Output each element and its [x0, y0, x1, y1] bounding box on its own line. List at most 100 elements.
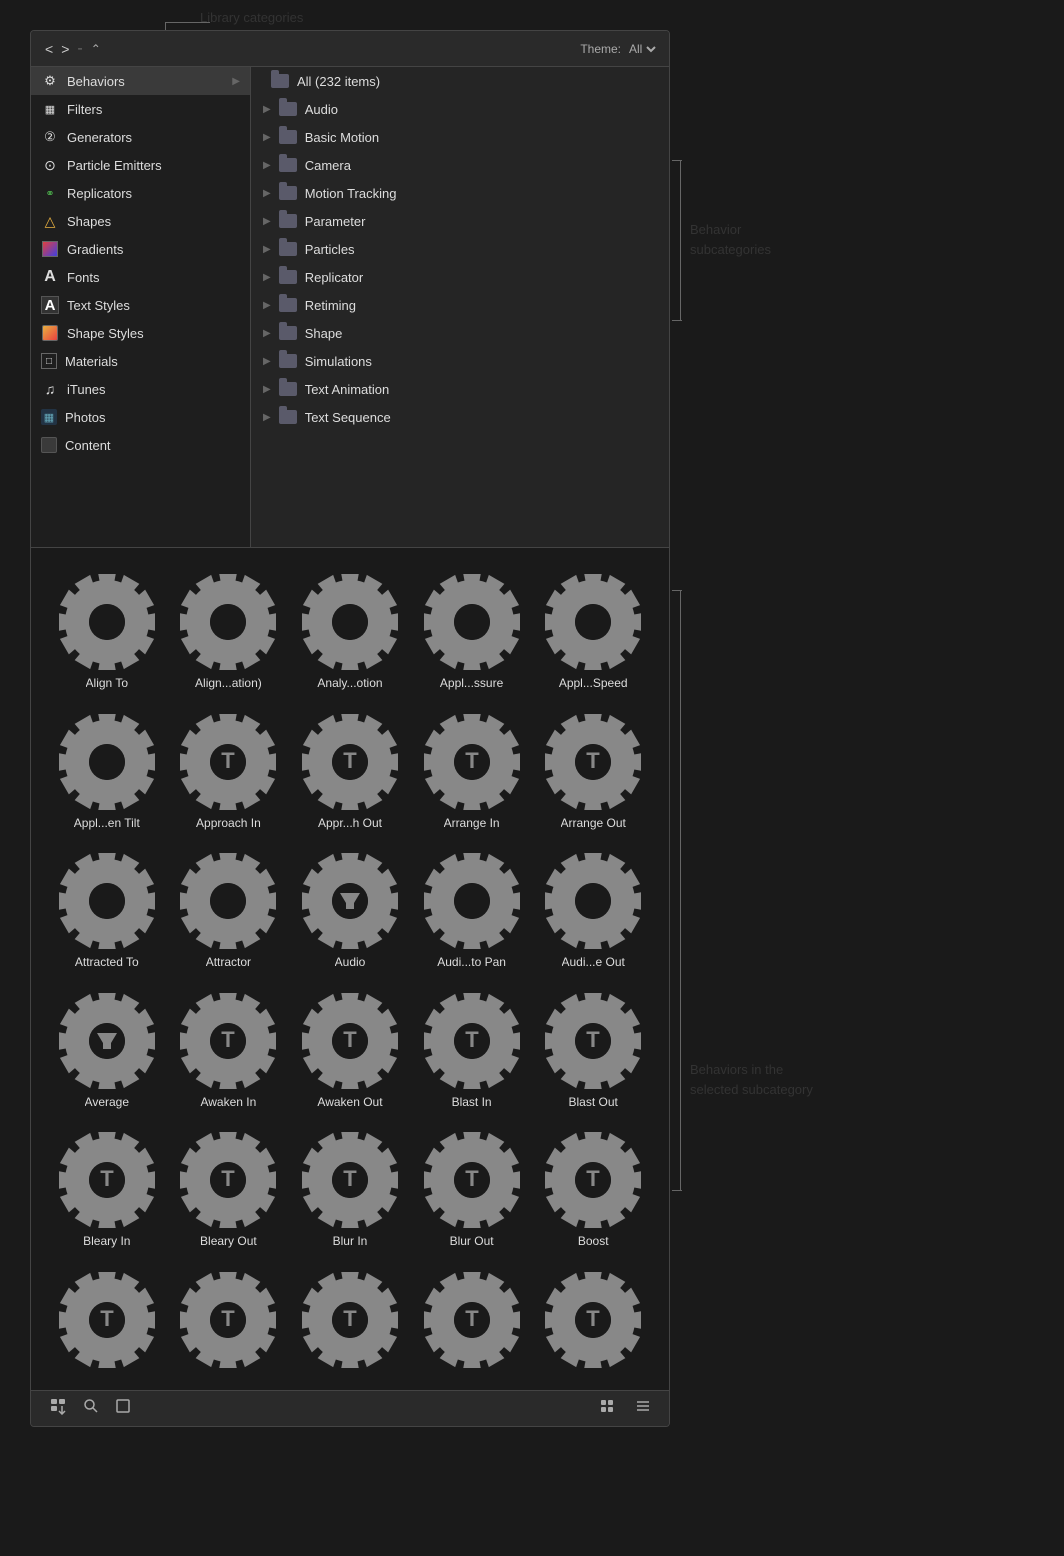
behavior-gear-awaken-in: T — [180, 993, 276, 1089]
behavior-item-audio-to-pan[interactable]: Audi...to Pan — [416, 847, 528, 977]
behavior-item-bottom-row-1[interactable]: T — [51, 1266, 163, 1380]
theme-dropdown[interactable]: All — [625, 41, 659, 57]
forward-button[interactable]: > — [57, 39, 73, 59]
behavior-label-apply-speed: Appl...Speed — [559, 676, 628, 692]
behavior-item-awaken-in[interactable]: T Awaken In — [173, 987, 285, 1117]
behavior-item-align-animation[interactable]: Align...ation) — [173, 568, 285, 698]
subcat-basic-motion[interactable]: ▶ Basic Motion — [251, 123, 669, 151]
sidebar-item-shape-styles[interactable]: Shape Styles — [31, 319, 250, 347]
subcat-text-sequence[interactable]: ▶ Text Sequence — [251, 403, 669, 431]
subcat-replicator-label: Replicator — [305, 270, 364, 285]
behavior-item-audio-out[interactable]: Audi...e Out — [537, 847, 649, 977]
behavior-item-arrange-in[interactable]: T Arrange In — [416, 708, 528, 838]
search-button[interactable] — [75, 1396, 107, 1421]
subcat-text-animation[interactable]: ▶ Text Animation — [251, 375, 669, 403]
sidebar-item-photos[interactable]: ▦ Photos — [31, 403, 250, 431]
behavior-item-analyze-motion[interactable]: Analy...otion — [294, 568, 406, 698]
behavior-label-analyze-motion: Analy...otion — [317, 676, 382, 692]
behavior-gear-approach-out: T — [302, 714, 398, 810]
behavior-item-awaken-out[interactable]: T Awaken Out — [294, 987, 406, 1117]
behavior-item-blur-in[interactable]: T Blur In — [294, 1126, 406, 1256]
sidebar-item-fonts[interactable]: A Fonts — [31, 263, 250, 291]
behaviors-section: Align To Align...ation) Analy...otion Ap… — [31, 547, 669, 1390]
behavior-item-bottom-row-4[interactable]: T — [416, 1266, 528, 1380]
sidebar-item-shapes[interactable]: △ Shapes — [31, 207, 250, 235]
annotation-behaviors: Behaviors in theselected subcategory — [690, 1060, 813, 1099]
sidebar-item-filters[interactable]: ▦ Filters — [31, 95, 250, 123]
behavior-item-blur-out[interactable]: T Blur Out — [416, 1126, 528, 1256]
content-icon — [41, 437, 57, 453]
subcat-all[interactable]: All (232 items) — [251, 67, 669, 95]
sidebar-item-content[interactable]: Content — [31, 431, 250, 459]
list-view-button[interactable] — [627, 1396, 659, 1421]
behavior-gear-blur-out: T — [424, 1132, 520, 1228]
subcat-particles[interactable]: ▶ Particles — [251, 235, 669, 263]
behavior-item-bottom-row-5[interactable]: T — [537, 1266, 649, 1380]
behavior-item-apply-pressure[interactable]: Appl...ssure — [416, 568, 528, 698]
sidebar-item-particle-emitters[interactable]: ⊙ Particle Emitters — [31, 151, 250, 179]
behavior-gear-average — [59, 993, 155, 1089]
behaviors-arrow: ▶ — [232, 76, 240, 87]
shape-styles-label: Shape Styles — [67, 326, 240, 341]
subcat-particles-label: Particles — [305, 242, 355, 257]
subcat-retiming[interactable]: ▶ Retiming — [251, 291, 669, 319]
subcat-simulations[interactable]: ▶ Simulations — [251, 347, 669, 375]
behavior-item-align-to[interactable]: Align To — [51, 568, 163, 698]
preview-button[interactable] — [107, 1396, 139, 1421]
behavior-item-blast-in[interactable]: T Blast In — [416, 987, 528, 1117]
behavior-item-arrange-out[interactable]: T Arrange Out — [537, 708, 649, 838]
behavior-item-attractor[interactable]: Attractor — [173, 847, 285, 977]
behavior-item-approach-out[interactable]: T Appr...h Out — [294, 708, 406, 838]
subcat-replicator[interactable]: ▶ Replicator — [251, 263, 669, 291]
subcat-camera[interactable]: ▶ Camera — [251, 151, 669, 179]
import-button[interactable] — [41, 1395, 75, 1422]
view-toggle — [591, 1396, 659, 1421]
sidebar-item-text-styles[interactable]: A Text Styles — [31, 291, 250, 319]
sidebar-item-replicators[interactable]: ⚭ Replicators — [31, 179, 250, 207]
sidebar-item-gradients[interactable]: Gradients — [31, 235, 250, 263]
annotation-line-h3a — [672, 590, 682, 591]
sort-arrows[interactable]: ⌃ — [91, 42, 101, 56]
behavior-item-bleary-in[interactable]: T Bleary In — [51, 1126, 163, 1256]
subcat-shape-folder-icon — [279, 326, 297, 340]
sidebar-item-behaviors[interactable]: ⚙ Behaviors ▶ — [31, 67, 250, 95]
sidebar-item-materials[interactable]: □ Materials — [31, 347, 250, 375]
behavior-label-blur-in: Blur In — [333, 1234, 368, 1250]
sidebar-item-itunes[interactable]: ♫ iTunes — [31, 375, 250, 403]
subcat-basic-motion-label: Basic Motion — [305, 130, 379, 145]
behavior-item-bleary-out[interactable]: T Bleary Out — [173, 1126, 285, 1256]
svg-text:T: T — [586, 748, 600, 773]
behavior-label-audio-to-pan: Audi...to Pan — [437, 955, 506, 971]
behavior-item-apply-en-tilt[interactable]: Appl...en Tilt — [51, 708, 163, 838]
subcat-parameter[interactable]: ▶ Parameter — [251, 207, 669, 235]
grid-view-button[interactable] — [591, 1396, 623, 1421]
materials-icon: □ — [41, 353, 57, 369]
subcat-motion-tracking[interactable]: ▶ Motion Tracking — [251, 179, 669, 207]
back-button[interactable]: < — [41, 39, 57, 59]
behavior-item-blast-out[interactable]: T Blast Out — [537, 987, 649, 1117]
gradients-label: Gradients — [67, 242, 240, 257]
subcat-shape[interactable]: ▶ Shape — [251, 319, 669, 347]
behavior-item-approach-in[interactable]: T Approach In — [173, 708, 285, 838]
sidebar-item-generators[interactable]: ② Generators — [31, 123, 250, 151]
behavior-label-attractor: Attractor — [206, 955, 251, 971]
subcat-parameter-folder-icon — [279, 214, 297, 228]
behavior-item-bottom-row-2[interactable]: T — [173, 1266, 285, 1380]
subcat-audio[interactable]: ▶ Audio — [251, 95, 669, 123]
behavior-item-attracted-to[interactable]: Attracted To — [51, 847, 163, 977]
behavior-label-bleary-out: Bleary Out — [200, 1234, 257, 1250]
behavior-item-boost[interactable]: T Boost — [537, 1126, 649, 1256]
behavior-item-average[interactable]: Average — [51, 987, 163, 1117]
generators-label: Generators — [67, 130, 240, 145]
behavior-gear-attractor — [180, 853, 276, 949]
behavior-item-apply-speed[interactable]: Appl...Speed — [537, 568, 649, 698]
materials-label: Materials — [65, 354, 240, 369]
behavior-item-bottom-row-3[interactable]: T — [294, 1266, 406, 1380]
replicators-icon: ⚭ — [41, 184, 59, 202]
subcat-shape-label: Shape — [305, 326, 343, 341]
behavior-gear-audio-to-pan — [424, 853, 520, 949]
theme-selector[interactable]: Theme: All — [580, 41, 659, 57]
behavior-item-audio[interactable]: Audio — [294, 847, 406, 977]
categories-panel: ⚙ Behaviors ▶ ▦ Filters ② Generators ⊙ P… — [31, 67, 669, 547]
text-styles-icon: A — [41, 296, 59, 314]
